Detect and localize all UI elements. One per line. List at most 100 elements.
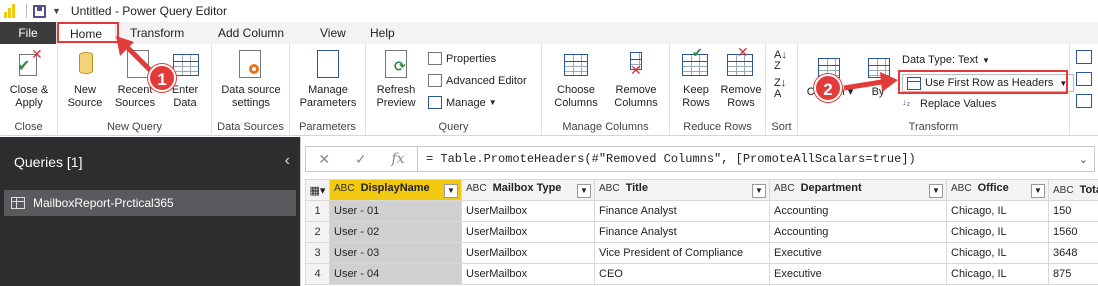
advanced-editor-icon — [428, 74, 442, 87]
table-cell[interactable]: 150 — [1048, 200, 1098, 222]
remove-rows-icon: ✕ — [727, 45, 755, 80]
column-header[interactable]: ABC Office ▼ — [946, 179, 1049, 201]
powerbi-logo-icon — [4, 4, 18, 18]
group-data-sources: Data source settings Data Sources — [212, 44, 290, 136]
row-number: 3 — [305, 242, 330, 264]
table-row[interactable]: 3 User - 03 UserMailbox Vice President o… — [305, 242, 1098, 264]
advanced-editor-label: Advanced Editor — [446, 74, 527, 87]
table-row[interactable]: 1 User - 01 UserMailbox Finance Analyst … — [305, 200, 1098, 222]
table-cell[interactable]: Executive — [769, 242, 947, 264]
tab-file[interactable]: File — [0, 22, 56, 44]
table-cell[interactable]: CEO — [594, 263, 770, 285]
group-label-query: Query — [438, 121, 469, 133]
main-area: ✕ ✓ fx = Table.PromoteHeaders(#"Removed … — [300, 137, 1098, 286]
table-cell[interactable]: User - 01 — [329, 200, 462, 222]
filter-dropdown-icon[interactable]: ▼ — [444, 184, 458, 198]
table-cell[interactable]: Finance Analyst — [594, 221, 770, 243]
advanced-editor-button[interactable]: Advanced Editor — [428, 74, 527, 87]
table-cell[interactable]: 3648 — [1048, 242, 1098, 264]
table-row[interactable]: 4 User - 04 UserMailbox CEO Executive Ch… — [305, 263, 1098, 285]
tab-add-column[interactable]: Add Column — [204, 22, 310, 44]
table-cell[interactable]: User - 02 — [329, 221, 462, 243]
replace-values-button[interactable]: ↓₂ Replace Values — [902, 97, 996, 110]
choose-columns-icon — [562, 50, 590, 80]
data-source-settings-button[interactable]: Data source settings — [214, 50, 288, 110]
table-cell[interactable]: UserMailbox — [461, 200, 595, 222]
quick-access-dropdown-icon[interactable]: ▼ — [52, 6, 61, 16]
table-menu-icon[interactable]: ▦▾ — [305, 179, 330, 201]
row-number: 2 — [305, 221, 330, 243]
remove-columns-icon: ✕ — [622, 50, 650, 80]
combine-icon[interactable] — [1076, 94, 1092, 108]
filter-dropdown-icon[interactable]: ▼ — [752, 184, 766, 198]
refresh-preview-label: Refresh Preview — [376, 84, 416, 109]
group-label-close: Close — [14, 121, 43, 133]
group-close: ✕ ✔ Close & Apply Close — [0, 44, 58, 136]
group-label-new-query: New Query — [106, 121, 163, 133]
column-header[interactable]: ABC Mailbox Type ▼ — [461, 179, 595, 201]
data-type-dropdown[interactable]: Data Type: Text ▼ — [902, 54, 990, 66]
new-source-icon — [71, 50, 99, 80]
refresh-preview-button[interactable]: ⟳ Refresh Preview — [370, 50, 422, 110]
column-header[interactable]: ABC DisplayName ▼ — [329, 179, 462, 201]
tab-help[interactable]: Help — [360, 22, 395, 44]
table-cell[interactable]: 875 — [1048, 263, 1098, 285]
column-header[interactable]: ABCTotal — [1048, 179, 1098, 201]
filter-dropdown-icon[interactable]: ▼ — [577, 184, 591, 198]
new-source-button[interactable]: New Source — [62, 50, 108, 110]
merge-icon[interactable] — [1076, 72, 1092, 86]
table-cell[interactable]: UserMailbox — [461, 221, 595, 243]
choose-columns-label: Choose Columns — [554, 84, 598, 109]
table-row[interactable]: 2 User - 02 UserMailbox Finance Analyst … — [305, 221, 1098, 243]
group-combine-partial — [1070, 44, 1098, 136]
manage-button[interactable]: Manage ▼ — [428, 96, 497, 109]
sort-ascending-icon[interactable]: A↓ Z — [774, 50, 787, 72]
table-cell[interactable]: Chicago, IL — [946, 242, 1049, 264]
group-label-transform: Transform — [908, 121, 959, 133]
formula-bar: ✕ ✓ fx = Table.PromoteHeaders(#"Removed … — [305, 146, 1095, 172]
filter-dropdown-icon[interactable]: ▼ — [1031, 184, 1045, 198]
expand-formula-icon[interactable]: ⌄ — [1079, 153, 1088, 166]
commit-icon[interactable]: ✓ — [355, 151, 367, 168]
table-cell[interactable]: 1560 — [1048, 221, 1098, 243]
table-cell[interactable]: Accounting — [769, 200, 947, 222]
column-header[interactable]: ABC Title ▼ — [594, 179, 770, 201]
type-text-icon: ABC — [466, 183, 487, 194]
collapse-pane-icon[interactable]: ‹ — [285, 152, 290, 170]
column-header[interactable]: ABC Department ▼ — [769, 179, 947, 201]
query-item[interactable]: MailboxReport-Prctical365 — [4, 190, 296, 216]
remove-columns-button[interactable]: ✕ Remove Columns — [606, 50, 666, 110]
table-cell[interactable]: Finance Analyst — [594, 200, 770, 222]
callout-arrow-2 — [843, 72, 898, 92]
tab-view[interactable]: View — [310, 22, 360, 44]
table-cell[interactable]: Vice President of Compliance — [594, 242, 770, 264]
table-cell[interactable]: UserMailbox — [461, 263, 595, 285]
table-cell[interactable]: User - 03 — [329, 242, 462, 264]
table-cell[interactable]: Chicago, IL — [946, 221, 1049, 243]
filter-dropdown-icon[interactable]: ▼ — [929, 184, 943, 198]
remove-rows-button[interactable]: ✕ Remove Rows — [718, 45, 764, 110]
fx-icon[interactable]: fx — [392, 151, 405, 167]
sort-descending-icon[interactable]: Z↓ A — [774, 78, 786, 100]
table-cell[interactable]: Chicago, IL — [946, 200, 1049, 222]
cancel-icon[interactable]: ✕ — [318, 151, 330, 168]
manage-parameters-button[interactable]: Manage Parameters — [292, 50, 364, 110]
data-grid: ▦▾ ABC DisplayName ▼ ABC Mailbox Type ▼ ABC T… — [305, 179, 1098, 285]
table-cell[interactable]: UserMailbox — [461, 242, 595, 264]
table-cell[interactable]: User - 04 — [329, 263, 462, 285]
formula-text[interactable]: = Table.PromoteHeaders(#"Removed Columns… — [426, 152, 916, 166]
replace-values-label: Replace Values — [920, 97, 997, 110]
properties-label: Properties — [446, 52, 497, 65]
table-cell[interactable]: Accounting — [769, 221, 947, 243]
type-text-icon: ABC — [599, 183, 620, 194]
keep-rows-button[interactable]: ✔ Keep Rows — [674, 46, 718, 110]
use-first-row-highlight — [898, 70, 1068, 94]
choose-columns-button[interactable]: Choose Columns — [546, 50, 606, 110]
keep-rows-label: Keep Rows — [682, 84, 710, 109]
table-cell[interactable]: Chicago, IL — [946, 263, 1049, 285]
table-cell[interactable]: Executive — [769, 263, 947, 285]
append-icon[interactable] — [1076, 50, 1092, 64]
close-apply-button[interactable]: ✕ ✔ Close & Apply — [4, 47, 54, 110]
properties-button[interactable]: Properties — [428, 52, 496, 65]
save-icon[interactable] — [33, 4, 46, 18]
